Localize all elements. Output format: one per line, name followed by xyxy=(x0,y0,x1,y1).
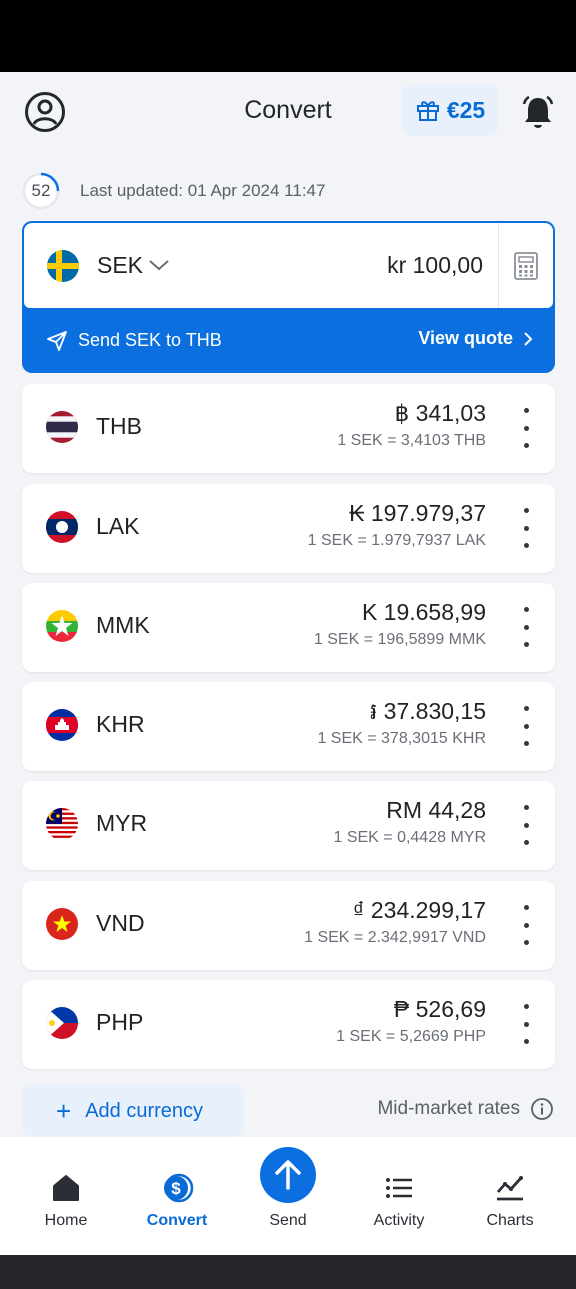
convert-coin-icon: $ xyxy=(160,1171,194,1205)
nav-charts[interactable]: Charts xyxy=(454,1137,566,1255)
converted-amount: ₱ 526,69 xyxy=(393,996,486,1022)
myanmar-flag-icon xyxy=(46,610,78,642)
gift-icon xyxy=(416,101,439,121)
send-quote-bar[interactable]: Send SEK to THB View quote xyxy=(22,308,555,373)
more-options-icon[interactable] xyxy=(516,508,536,548)
converted-amount: RM 44,28 xyxy=(386,797,486,823)
exchange-rate: 1 SEK = 0,4428 MYR xyxy=(333,829,486,846)
sweden-flag-icon xyxy=(47,250,79,282)
system-navigation-bar xyxy=(0,1255,576,1289)
currency-code: LAK xyxy=(96,513,140,539)
thailand-flag-icon xyxy=(46,411,78,443)
currency-code: MMK xyxy=(96,612,150,638)
countdown-value: 52 xyxy=(31,181,51,200)
info-icon xyxy=(531,1098,553,1120)
promo-reward-button[interactable]: €25 xyxy=(402,84,498,136)
currency-code: MYR xyxy=(96,810,148,836)
app-header: Convert €25 xyxy=(0,72,576,152)
more-options-icon[interactable] xyxy=(516,805,536,845)
currency-row-myr[interactable]: MYR RM 44,28 1 SEK = 0,4428 MYR xyxy=(22,781,555,870)
nav-charts-label: Charts xyxy=(486,1212,534,1229)
malaysia-flag-icon xyxy=(46,808,78,840)
exchange-rate: 1 SEK = 3,4103 THB xyxy=(337,432,486,449)
exchange-rate: 1 SEK = 1.979,7937 LAK xyxy=(307,532,486,549)
mid-market-info[interactable]: Mid-market rates xyxy=(377,1097,554,1121)
promo-label: €25 xyxy=(446,96,486,123)
add-currency-button[interactable]: + Add currency xyxy=(22,1085,244,1137)
last-updated-row: 52 Last updated: 01 Apr 2024 11:47 xyxy=(22,172,325,210)
vietnam-flag-icon xyxy=(46,908,78,940)
nav-activity-label: Activity xyxy=(373,1212,425,1229)
bell-icon[interactable] xyxy=(520,92,556,132)
more-options-icon[interactable] xyxy=(516,706,536,746)
last-updated-text: Last updated: 01 Apr 2024 11:47 xyxy=(80,181,326,200)
converted-amount: ฿ 341,03 xyxy=(394,400,486,426)
converted-amount: ₫ 234.299,17 xyxy=(352,897,486,923)
currency-code: VND xyxy=(96,910,145,936)
cambodia-flag-icon xyxy=(46,709,78,741)
nav-home[interactable]: Home xyxy=(10,1137,122,1255)
bottom-navigation: Home $ Convert Send Activity Charts xyxy=(0,1137,576,1255)
nav-send[interactable]: Send xyxy=(232,1137,344,1255)
exchange-rate: 1 SEK = 5,2669 PHP xyxy=(336,1028,486,1045)
currency-code: THB xyxy=(96,413,142,439)
view-quote-button[interactable]: View quote xyxy=(418,328,533,349)
currency-row-mmk[interactable]: MMK K 19.658,99 1 SEK = 196,5899 MMK xyxy=(22,583,555,672)
calculator-icon[interactable] xyxy=(513,251,539,281)
plus-icon: + xyxy=(56,1096,72,1126)
currency-row-vnd[interactable]: VND ₫ 234.299,17 1 SEK = 2.342,9917 VND xyxy=(22,881,555,970)
exchange-rate: 1 SEK = 196,5899 MMK xyxy=(313,631,486,648)
add-currency-label: Add currency xyxy=(85,1099,204,1122)
more-options-icon[interactable] xyxy=(516,408,536,448)
svg-text:$: $ xyxy=(171,1179,181,1198)
converted-amount: ₭ 197.979,37 xyxy=(349,500,486,526)
base-currency-card: SEK kr 100,00 Send SEK to THB View quote xyxy=(22,221,555,373)
paper-plane-icon xyxy=(46,330,68,352)
chevron-down-icon[interactable] xyxy=(148,258,170,272)
base-amount-input[interactable]: kr 100,00 xyxy=(387,252,483,279)
send-arrow-icon xyxy=(260,1147,316,1203)
home-icon xyxy=(49,1171,83,1205)
status-bar xyxy=(0,0,576,72)
philippines-flag-icon xyxy=(46,1007,78,1039)
nav-convert[interactable]: $ Convert xyxy=(121,1137,233,1255)
chevron-right-icon xyxy=(524,331,533,346)
base-currency-code[interactable]: SEK xyxy=(97,252,143,279)
chart-line-icon xyxy=(493,1171,527,1205)
nav-home-label: Home xyxy=(44,1212,88,1229)
converted-amount: ៛ 37.830,15 xyxy=(369,698,486,724)
exchange-rate: 1 SEK = 378,3015 KHR xyxy=(317,730,486,747)
laos-flag-icon xyxy=(46,511,78,543)
nav-activity[interactable]: Activity xyxy=(343,1137,455,1255)
more-options-icon[interactable] xyxy=(516,607,536,647)
refresh-countdown[interactable]: 52 xyxy=(22,172,60,210)
exchange-rate: 1 SEK = 2.342,9917 VND xyxy=(304,929,486,946)
more-options-icon[interactable] xyxy=(516,1004,536,1044)
currency-code: KHR xyxy=(96,711,145,737)
currency-row-khr[interactable]: KHR ៛ 37.830,15 1 SEK = 378,3015 KHR xyxy=(22,682,555,771)
nav-convert-label: Convert xyxy=(146,1212,208,1229)
send-label: Send SEK to THB xyxy=(78,330,222,350)
currency-code: PHP xyxy=(96,1009,144,1035)
converted-amount: K 19.658,99 xyxy=(361,599,486,625)
mid-market-label: Mid-market rates xyxy=(377,1098,520,1119)
view-quote-label: View quote xyxy=(418,328,513,348)
list-icon xyxy=(382,1171,416,1205)
currency-row-php[interactable]: PHP ₱ 526,69 1 SEK = 5,2669 PHP xyxy=(22,980,555,1069)
nav-send-label: Send xyxy=(269,1212,307,1229)
more-options-icon[interactable] xyxy=(516,905,536,945)
currency-row-thb[interactable]: THB ฿ 341,03 1 SEK = 3,4103 THB xyxy=(22,384,555,473)
divider xyxy=(498,223,499,308)
base-currency-input-row[interactable]: SEK kr 100,00 xyxy=(24,223,553,308)
currency-row-lak[interactable]: LAK ₭ 197.979,37 1 SEK = 1.979,7937 LAK xyxy=(22,484,555,573)
